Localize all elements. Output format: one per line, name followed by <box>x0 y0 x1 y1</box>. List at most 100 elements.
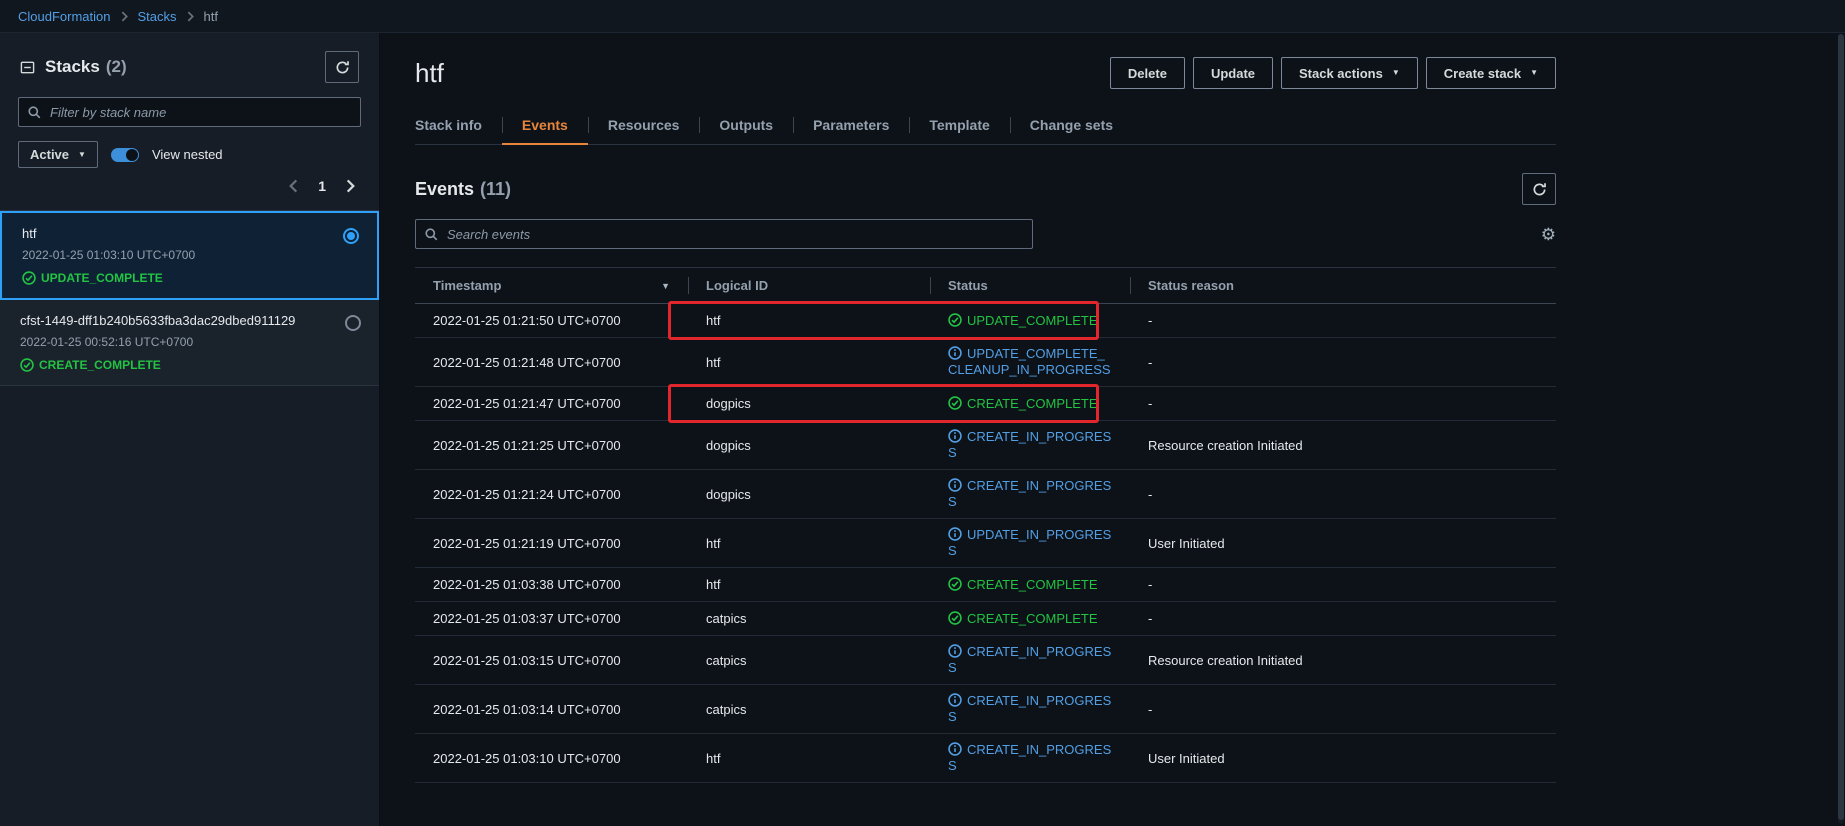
event-logical-id: dogpics <box>706 486 751 502</box>
tab-events[interactable]: Events <box>501 109 588 145</box>
scrollbar-thumb[interactable] <box>1838 34 1844 820</box>
event-logical-id: dogpics <box>706 396 751 411</box>
stack-radio[interactable] <box>345 315 361 331</box>
events-refresh-button[interactable] <box>1522 173 1556 205</box>
button-label: Stack actions <box>1299 65 1383 81</box>
column-header-status-reason[interactable]: Status reason <box>1130 268 1556 303</box>
event-row: 2022-01-25 01:03:14 UTC+0700 catpics CREAT… <box>415 685 1556 734</box>
event-status-text: CREATE_COMPLETE <box>967 610 1098 626</box>
search-icon <box>425 227 438 241</box>
status-info-icon <box>948 644 962 658</box>
event-status-reason: User Initiated <box>1148 535 1225 551</box>
create-stack-button[interactable]: Create stack ▼ <box>1425 57 1556 89</box>
event-row: 2022-01-25 01:21:50 UTC+0700 htf UPDATE_CO… <box>415 301 1556 340</box>
breadcrumb-stacks[interactable]: Stacks <box>138 9 177 24</box>
breadcrumb-chevron-icon <box>187 11 194 22</box>
next-page-button[interactable] <box>346 179 355 193</box>
event-status-reason: - <box>1148 313 1153 328</box>
stack-filter-box <box>18 97 361 127</box>
event-timestamp: 2022-01-25 01:03:38 UTC+0700 <box>433 577 621 592</box>
tab-template[interactable]: Template <box>909 109 1009 144</box>
event-row: 2022-01-25 01:21:25 UTC+0700 dogpics CREAT… <box>415 421 1556 470</box>
event-status-text: UPDATE_COMPLETE_CLEANUP_IN_PROGRESS <box>948 346 1111 377</box>
previous-page-button[interactable] <box>289 179 298 193</box>
event-timestamp: 2022-01-25 01:03:15 UTC+0700 <box>433 652 621 668</box>
event-logical-id: htf <box>706 354 721 370</box>
event-status: CREATE_IN_PROGRESS <box>930 685 1130 733</box>
page-scrollbar[interactable] <box>1838 34 1844 824</box>
event-row: 2022-01-25 01:03:10 UTC+0700 htf CREATE_IN… <box>415 734 1556 783</box>
chevron-down-icon: ▼ <box>1391 68 1400 77</box>
event-logical-id: htf <box>706 750 721 766</box>
breadcrumb-current-page: htf <box>203 8 218 24</box>
event-status-reason: - <box>1148 611 1153 626</box>
breadcrumb-chevron-icon <box>121 11 128 22</box>
tab-resources[interactable]: Resources <box>587 109 700 144</box>
event-status-reason: - <box>1148 486 1153 502</box>
events-search-box <box>415 219 1033 249</box>
event-status: CREATE_IN_PROGRESS <box>930 470 1130 518</box>
event-status-reason: Resource creation Initiated <box>1148 437 1303 453</box>
delete-button[interactable]: Delete <box>1109 57 1185 89</box>
stack-status-filter-select[interactable]: Active ▼ <box>18 141 98 168</box>
column-header-logical-id[interactable]: Logical ID <box>688 268 930 303</box>
event-status-reason: - <box>1148 396 1153 411</box>
preferences-gear-icon[interactable]: ⚙ <box>1541 226 1556 243</box>
events-table-body: 2022-01-25 01:21:50 UTC+0700 htf UPDATE_CO… <box>415 301 1556 783</box>
event-timestamp: 2022-01-25 01:21:19 UTC+0700 <box>433 535 621 551</box>
column-header-status[interactable]: Status <box>930 268 1130 303</box>
tab-parameters[interactable]: Parameters <box>793 109 909 144</box>
stack-radio[interactable] <box>343 228 359 244</box>
event-logical-id: dogpics <box>706 437 751 453</box>
event-timestamp: 2022-01-25 01:03:10 UTC+0700 <box>433 750 621 766</box>
event-status-text: CREATE_COMPLETE <box>967 395 1098 411</box>
event-logical-id: htf <box>706 577 721 592</box>
event-logical-id: catpics <box>706 611 747 626</box>
event-logical-id: htf <box>706 535 721 551</box>
toggle-knob <box>125 148 138 161</box>
page-number[interactable]: 1 <box>318 178 326 194</box>
stack-list-item[interactable]: cfst-1449-dff1b240b5633fba3dac29dbed9111… <box>0 300 379 386</box>
breadcrumb: CloudFormation Stacks htf <box>0 0 1845 33</box>
status-info-icon <box>948 346 962 360</box>
event-row: 2022-01-25 01:03:15 UTC+0700 catpics CREAT… <box>415 636 1556 685</box>
stack-name: htf <box>22 226 37 241</box>
event-status-text: CREATE_IN_PROGRESS <box>948 429 1112 460</box>
event-status: CREATE_IN_PROGRESS <box>930 421 1130 469</box>
status-success-icon <box>22 271 36 285</box>
status-info-icon <box>948 527 962 541</box>
view-nested-toggle[interactable] <box>110 147 139 162</box>
tab-outputs[interactable]: Outputs <box>699 109 793 144</box>
event-timestamp: 2022-01-25 01:21:50 UTC+0700 <box>433 313 621 328</box>
events-search-input[interactable] <box>445 225 1023 243</box>
stack-filter-input[interactable] <box>48 103 351 121</box>
event-timestamp: 2022-01-25 01:03:14 UTC+0700 <box>433 701 621 717</box>
tab-stack-info[interactable]: Stack info <box>415 109 502 144</box>
breadcrumb-cloudformation[interactable]: CloudFormation <box>18 9 111 24</box>
events-table-header: Timestamp ▼ Logical ID Status Status rea… <box>415 267 1556 304</box>
event-status-reason: - <box>1148 354 1153 370</box>
event-status: CREATE_IN_PROGRESS <box>930 734 1130 782</box>
collapse-panel-icon[interactable] <box>20 60 35 75</box>
events-heading: Events (11) <box>415 178 512 199</box>
event-timestamp: 2022-01-25 01:21:47 UTC+0700 <box>433 396 621 411</box>
stacks-refresh-button[interactable] <box>325 51 359 83</box>
stack-actions-button[interactable]: Stack actions ▼ <box>1281 57 1418 89</box>
stack-detail-tabs: Stack info Events Resources Outputs Paramete… <box>415 109 1556 145</box>
sort-descending-icon[interactable]: ▼ <box>661 281 670 291</box>
event-logical-id: catpics <box>706 652 747 668</box>
update-button[interactable]: Update <box>1192 57 1273 89</box>
events-table: Timestamp ▼ Logical ID Status Status rea… <box>415 267 1556 783</box>
button-label: Create stack <box>1443 65 1522 81</box>
stack-timestamp: 2022-01-25 00:52:16 UTC+0700 <box>20 335 194 349</box>
main-content: htf Delete Update Stack actions ▼ Create sta… <box>380 33 1845 826</box>
column-header-timestamp[interactable]: Timestamp ▼ <box>415 268 688 303</box>
event-status: CREATE_IN_PROGRESS <box>930 636 1130 684</box>
event-row: 2022-01-25 01:21:19 UTC+0700 htf UPDATE_IN… <box>415 519 1556 568</box>
tab-change-sets[interactable]: Change sets <box>1009 109 1133 144</box>
status-filter-value: Active <box>30 147 70 162</box>
stack-list-item[interactable]: htf 2022-01-25 01:03:10 UTC+0700 UPDATE_CO… <box>0 211 379 300</box>
event-status-reason: - <box>1148 701 1153 717</box>
event-timestamp: 2022-01-25 01:21:24 UTC+0700 <box>433 486 621 502</box>
event-timestamp: 2022-01-25 01:03:37 UTC+0700 <box>433 611 621 626</box>
